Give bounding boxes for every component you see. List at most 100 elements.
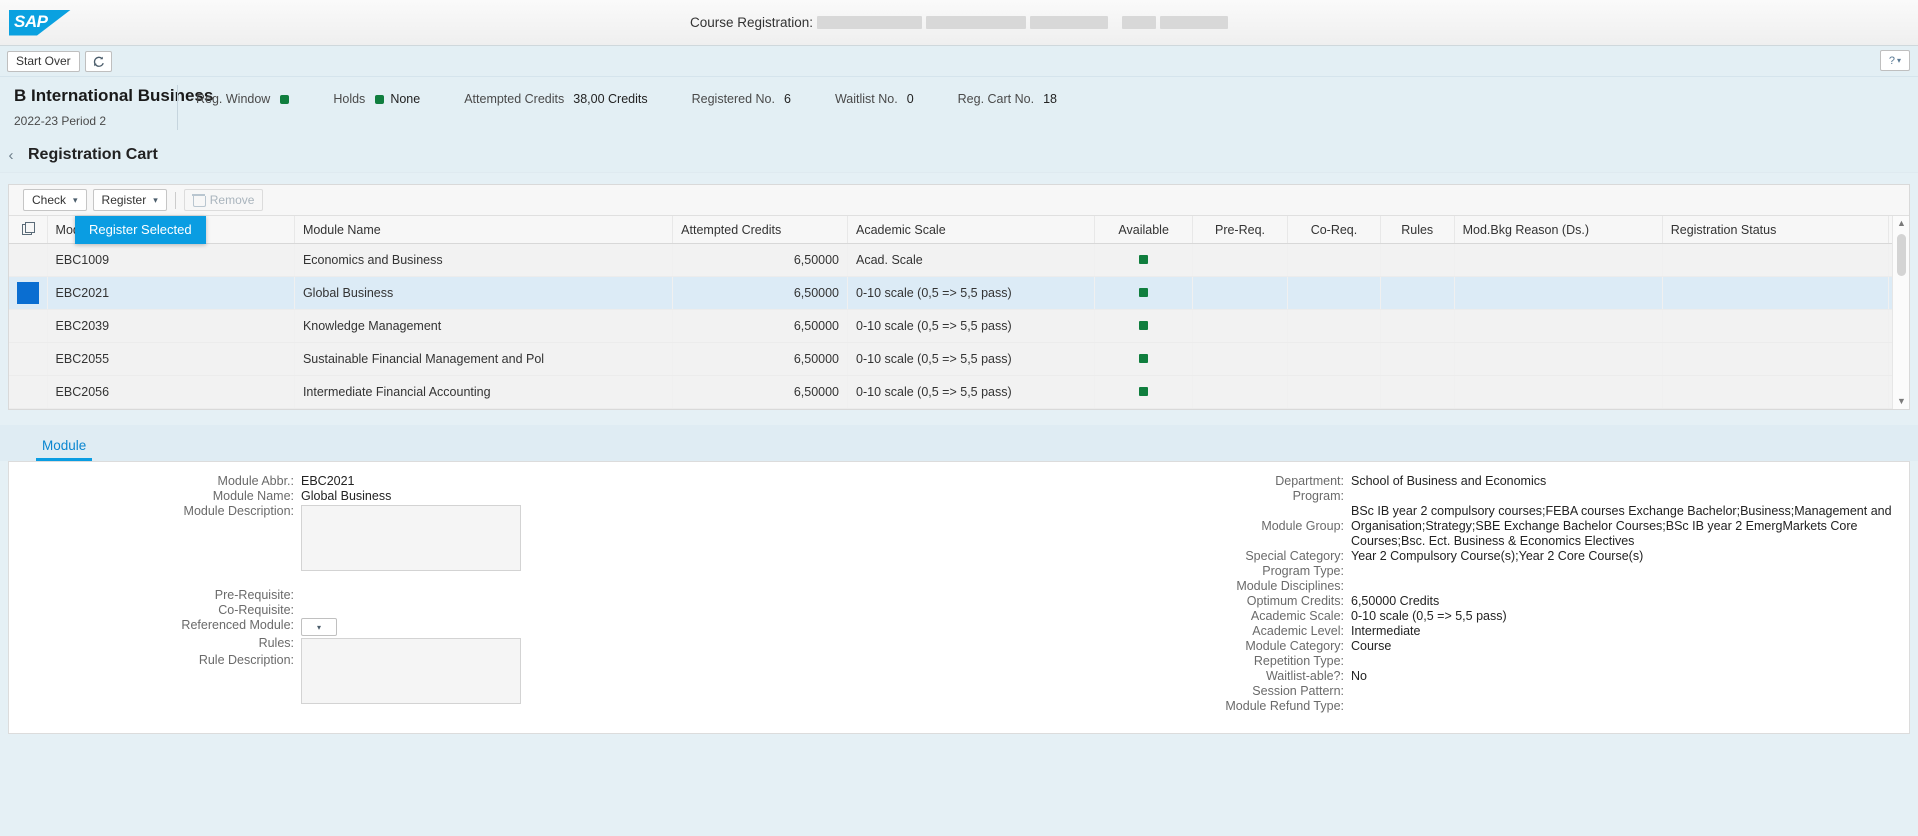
label-waitlist-able: Waitlist-able?: bbox=[1265, 669, 1344, 683]
cell-available bbox=[1094, 342, 1193, 376]
value-module-name: Global Business bbox=[301, 489, 392, 503]
check-button[interactable]: Check ▾ bbox=[23, 189, 87, 211]
row-select-bar bbox=[17, 282, 39, 304]
table-row[interactable]: EBC1009 Economics and Business 6,50000 A… bbox=[9, 243, 1910, 277]
detail-left-values: EBC2021 Global Business ▾ bbox=[294, 474, 564, 733]
select-all-header[interactable] bbox=[9, 216, 48, 244]
cell-rules bbox=[1380, 342, 1455, 376]
col-mod-bkg-reason[interactable]: Mod.Bkg Reason (Ds.) bbox=[1454, 216, 1663, 244]
scroll-up-arrow-icon[interactable]: ▲ bbox=[1893, 216, 1910, 231]
value-program-type bbox=[1351, 564, 1789, 579]
value-optimum-credits: 6,50000 Credits bbox=[1351, 594, 1440, 608]
module-description-textarea[interactable] bbox=[301, 505, 521, 571]
cell-registration-status bbox=[1662, 276, 1889, 310]
table-vertical-scrollbar[interactable]: ▲ ▼ bbox=[1892, 216, 1909, 409]
refresh-icon[interactable] bbox=[84, 50, 112, 72]
cell-attempted-credits: 6,50000 bbox=[672, 243, 849, 277]
registration-cart-table: Module Abbr. Module Name Attempted Credi… bbox=[9, 216, 1910, 409]
page-title-bar: ‹ Registration Cart bbox=[0, 140, 1918, 173]
cell-registration-status bbox=[1662, 309, 1889, 343]
table-row[interactable]: EBC2021 Global Business 6,50000 0-10 sca… bbox=[9, 276, 1910, 310]
remove-button[interactable]: Remove bbox=[183, 189, 264, 211]
app-title-text: Course Registration: bbox=[689, 15, 814, 30]
stat-value: None bbox=[390, 92, 421, 106]
row-select-marker[interactable] bbox=[9, 342, 48, 376]
table-row[interactable]: EBC2039 Knowledge Management 6,50000 0-1… bbox=[9, 309, 1910, 343]
cell-mod-bkg-reason bbox=[1454, 375, 1663, 409]
row-select-marker[interactable] bbox=[9, 309, 48, 343]
label-department: Department: bbox=[1275, 474, 1344, 488]
value-module-abbr: EBC2021 bbox=[301, 474, 355, 488]
available-dot-green bbox=[1139, 288, 1149, 297]
cell-co-req bbox=[1287, 342, 1381, 376]
copy-icon bbox=[21, 222, 35, 235]
value-module-refund-type bbox=[1351, 699, 1789, 714]
cell-attempted-credits: 6,50000 bbox=[672, 276, 849, 310]
right-label-spacer bbox=[959, 504, 1344, 519]
col-co-req[interactable]: Co-Req. bbox=[1287, 216, 1381, 244]
col-available[interactable]: Available bbox=[1094, 216, 1193, 244]
scroll-down-arrow-icon[interactable]: ▼ bbox=[1893, 394, 1910, 409]
sap-logo[interactable]: SAP bbox=[9, 8, 71, 38]
cell-module-name: Sustainable Financial Management and Pol bbox=[294, 342, 674, 376]
cell-rules bbox=[1380, 375, 1455, 409]
label-program: Program: bbox=[1292, 489, 1344, 503]
cell-module-name: Economics and Business bbox=[294, 243, 674, 277]
value-module-category: Course bbox=[1351, 639, 1392, 653]
cell-attempted-credits: 6,50000 bbox=[672, 342, 849, 376]
stat-reg-window: Reg. Window bbox=[196, 92, 290, 106]
col-registration-status[interactable]: Registration Status bbox=[1662, 216, 1889, 244]
row-select-marker[interactable] bbox=[9, 243, 48, 277]
label-module-abbr: Module Abbr.: bbox=[217, 474, 294, 488]
cell-attempted-credits: 6,50000 bbox=[672, 309, 849, 343]
sap-logo-text: SAP bbox=[14, 11, 48, 31]
col-rules[interactable]: Rules bbox=[1380, 216, 1455, 244]
menu-item-register-selected[interactable]: Register Selected bbox=[75, 216, 206, 244]
table-row[interactable]: EBC2055 Sustainable Financial Management… bbox=[9, 342, 1910, 376]
label-repetition-type: Repetition Type: bbox=[1253, 654, 1344, 668]
rules-select[interactable]: ▾ bbox=[301, 618, 337, 636]
label-module-name: Module Name: bbox=[212, 489, 294, 503]
col-pre-req[interactable]: Pre-Req. bbox=[1192, 216, 1289, 244]
table-body: EBC1009 Economics and Business 6,50000 A… bbox=[9, 243, 1910, 409]
start-over-button[interactable]: Start Over bbox=[7, 50, 80, 72]
toolbar-separator bbox=[174, 191, 176, 209]
cell-pre-req bbox=[1192, 243, 1289, 277]
cell-available bbox=[1094, 309, 1193, 343]
table-row[interactable]: EBC2056 Intermediate Financial Accountin… bbox=[9, 375, 1910, 409]
register-dropdown-menu: Register Selected bbox=[75, 216, 206, 244]
left-label-spacer-1 bbox=[9, 519, 294, 588]
question-mark-icon: ? bbox=[1888, 54, 1896, 67]
stat-value: 38,00 Credits bbox=[573, 92, 648, 106]
col-attempted-credits[interactable]: Attempted Credits bbox=[672, 216, 849, 244]
tab-module[interactable]: Module bbox=[30, 434, 98, 461]
cell-co-req bbox=[1287, 309, 1381, 343]
table-header-row: Module Abbr. Module Name Attempted Credi… bbox=[9, 216, 1910, 244]
scrollbar-thumb[interactable] bbox=[1897, 234, 1906, 276]
status-dot-green bbox=[280, 94, 290, 104]
rule-description-textarea[interactable] bbox=[301, 638, 521, 704]
col-academic-scale[interactable]: Academic Scale bbox=[847, 216, 1096, 244]
help-button[interactable]: ? ▾ bbox=[1880, 50, 1910, 71]
row-select-marker[interactable] bbox=[9, 375, 48, 409]
value-module-group-line-3: Courses;Bsc. Ect. Business & Economics E… bbox=[1351, 534, 1635, 548]
row-select-bar bbox=[17, 249, 39, 271]
cell-pre-req bbox=[1192, 276, 1289, 310]
value-pre-requisite bbox=[301, 573, 564, 588]
label-rule-description: Rule Description: bbox=[198, 653, 294, 667]
chevron-down-icon: ▾ bbox=[1897, 56, 1902, 65]
cell-rules bbox=[1380, 309, 1455, 343]
chevron-left-icon[interactable]: ‹ bbox=[0, 148, 22, 163]
register-button[interactable]: Register ▾ bbox=[92, 189, 167, 211]
row-select-marker[interactable] bbox=[9, 276, 48, 310]
cell-academic-scale: 0-10 scale (0,5 => 5,5 pass) bbox=[847, 375, 1096, 409]
label-referenced-module: Referenced Module: bbox=[181, 618, 294, 632]
available-dot-green bbox=[1139, 354, 1149, 363]
col-module-name[interactable]: Module Name bbox=[294, 216, 674, 244]
stat-label: Registered No. bbox=[691, 92, 775, 106]
row-select-bar bbox=[17, 348, 39, 370]
cell-rules bbox=[1380, 243, 1455, 277]
value-session-pattern bbox=[1351, 684, 1789, 699]
cell-module-name: Intermediate Financial Accounting bbox=[294, 375, 674, 409]
stat-value: 6 bbox=[783, 92, 791, 106]
